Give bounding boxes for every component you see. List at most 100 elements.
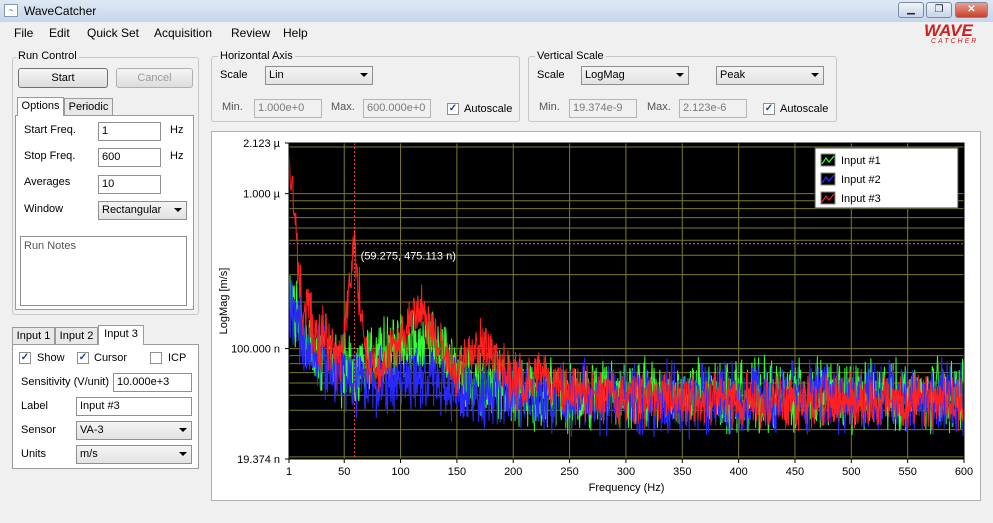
menu-edit[interactable]: Edit [49, 26, 70, 40]
window-select-value: Rectangular [102, 204, 162, 216]
x-axis-label: Frequency (Hz) [589, 482, 665, 494]
units-select[interactable]: m/s [76, 445, 192, 464]
chevron-down-icon [676, 73, 684, 77]
run-control-label: Run Control [16, 50, 79, 62]
start-freq-unit: Hz [170, 124, 184, 136]
tab-periodic[interactable]: Periodic [64, 98, 113, 115]
horizontal-autoscale-label: Autoscale [464, 103, 513, 115]
legend-label: Input #1 [841, 155, 881, 167]
icp-checkbox[interactable] [150, 352, 162, 364]
x-tick-label: 250 [560, 466, 578, 478]
horizontal-scale-select[interactable]: Lin [265, 66, 373, 85]
chevron-down-icon [174, 208, 182, 212]
vertical-mode-select[interactable]: Peak [716, 66, 824, 85]
vertical-scale-type-label: Scale [537, 69, 565, 81]
units-label: Units [21, 448, 47, 460]
cursor-label: Cursor [94, 352, 128, 364]
horizontal-axis-label: Horizontal Axis [218, 50, 295, 62]
start-button[interactable]: Start [18, 68, 108, 88]
sensor-select[interactable]: VA-3 [76, 421, 192, 440]
horizontal-scale-label: Scale [220, 69, 248, 81]
sensitivity-label: Sensitivity (V/unit) [21, 376, 110, 388]
restore-button[interactable]: ❐ [926, 2, 952, 18]
menu-quick-set[interactable]: Quick Set [87, 26, 139, 40]
start-freq-input[interactable]: 1 [98, 122, 161, 141]
tab-options[interactable]: Options [17, 97, 64, 116]
menu-bar: File Edit Quick Set Acquisition Review H… [0, 22, 993, 43]
x-tick-label: 150 [448, 466, 466, 478]
y-axis-label: LogMag [m/s] [218, 268, 230, 335]
menu-file[interactable]: File [14, 26, 33, 40]
vertical-autoscale-label: Autoscale [780, 103, 829, 115]
spectrum-plot[interactable]: (59.275, 475.113 n) 1 50 100 150 200 250 300 350… [211, 131, 981, 501]
vertical-autoscale-checkbox[interactable]: ✓ [763, 103, 775, 115]
legend-label: Input #2 [841, 174, 881, 186]
sensitivity-input[interactable]: 10.000e+3 [113, 373, 192, 392]
menu-help[interactable]: Help [283, 26, 308, 40]
x-tick-label: 100 [391, 466, 409, 478]
waveform-icon: ~ [4, 4, 18, 17]
horizontal-scale-value: Lin [269, 69, 284, 81]
menu-review[interactable]: Review [231, 26, 270, 40]
window-select[interactable]: Rectangular [98, 201, 187, 220]
chevron-down-icon [179, 428, 187, 432]
minimize-button[interactable]: ▁ [898, 2, 924, 18]
vertical-max-label: Max. [647, 101, 671, 113]
title-bar: ~ WaveCatcher ▁ ❐ ✕ [0, 0, 993, 23]
horizontal-min-label: Min. [222, 101, 243, 113]
horizontal-autoscale-checkbox[interactable]: ✓ [447, 103, 459, 115]
label-input[interactable]: Input #3 [76, 397, 192, 416]
y-tick-label: 2.123 µ [243, 138, 281, 150]
tab-input-3[interactable]: Input 3 [98, 325, 144, 345]
x-tick-label: 300 [617, 466, 635, 478]
y-tick-label: 100.000 n [231, 344, 280, 356]
show-checkbox[interactable]: ✓ [19, 352, 31, 364]
legend-label: Input #3 [841, 193, 881, 205]
legend-box [814, 147, 959, 209]
window-label: Window [24, 203, 64, 215]
cancel-button[interactable]: Cancel [116, 68, 193, 88]
horizontal-min-input[interactable]: 1.000e+0 [254, 99, 322, 118]
vertical-min-input[interactable]: 19.374e-9 [569, 99, 637, 118]
averages-input[interactable]: 10 [98, 175, 161, 194]
run-notes-textarea[interactable]: Run Notes [20, 236, 187, 306]
close-button[interactable]: ✕ [955, 2, 988, 18]
show-label: Show [37, 352, 65, 364]
spectrum-chart[interactable]: (59.275, 475.113 n)1 50 100 150 200 250 300 350… [212, 132, 980, 500]
x-tick-label: 500 [842, 466, 860, 478]
x-tick-label: 400 [729, 466, 747, 478]
chevron-down-icon [811, 73, 819, 77]
x-tick-label: 200 [504, 466, 522, 478]
units-select-value: m/s [80, 448, 98, 460]
cursor-checkbox[interactable]: ✓ [77, 352, 89, 364]
x-tick-label: 600 [955, 466, 973, 478]
start-freq-label: Start Freq. [24, 124, 76, 136]
vertical-min-label: Min. [539, 101, 560, 113]
vertical-scale-label: Vertical Scale [535, 50, 606, 62]
stop-freq-input[interactable]: 600 [98, 148, 161, 167]
vertical-mode-value: Peak [720, 69, 746, 81]
tab-input-1[interactable]: Input 1 [12, 327, 55, 344]
chevron-down-icon [179, 452, 187, 456]
x-tick-label: 350 [673, 466, 691, 478]
window-title: WaveCatcher [24, 4, 97, 18]
icp-label: ICP [168, 352, 187, 364]
x-tick-label: 1 [286, 466, 292, 478]
cursor-readout: (59.275, 475.113 n) [361, 251, 456, 263]
sensor-select-value: VA-3 [80, 424, 104, 436]
menu-acquisition[interactable]: Acquisition [154, 26, 212, 40]
averages-label: Averages [24, 176, 71, 188]
horizontal-max-input[interactable]: 600.000e+0 [363, 99, 431, 118]
tab-input-2[interactable]: Input 2 [55, 327, 98, 344]
x-tick-label: 550 [898, 466, 916, 478]
horizontal-max-label: Max. [331, 101, 355, 113]
chevron-down-icon [360, 73, 368, 77]
x-tick-label: 50 [338, 466, 350, 478]
vertical-max-input[interactable]: 2.123e-6 [679, 99, 747, 118]
vertical-scale-value: LogMag [585, 69, 625, 81]
x-tick-label: 450 [786, 466, 804, 478]
stop-freq-label: Stop Freq. [24, 150, 76, 162]
stop-freq-unit: Hz [170, 150, 184, 162]
vertical-scale-select[interactable]: LogMag [581, 66, 689, 85]
sensor-label: Sensor [21, 424, 56, 436]
